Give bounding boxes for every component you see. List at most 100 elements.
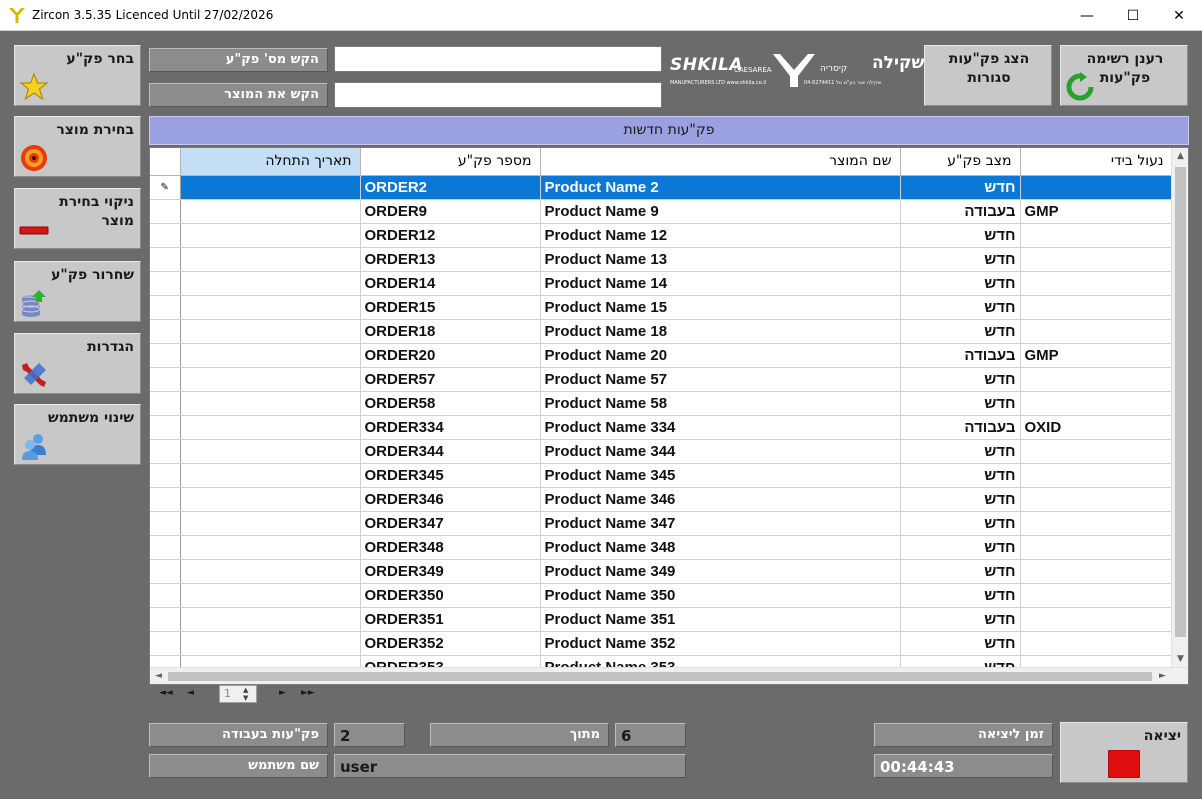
table-row[interactable]: ORDER58 Product Name 58 חדש (150, 391, 1173, 416)
column-header-order-number[interactable]: מספר פק"ע (360, 148, 541, 176)
nav-page-input[interactable]: 1 (219, 685, 257, 703)
column-header-locked-by[interactable]: נעול בידי (1020, 148, 1173, 176)
row-header[interactable] (150, 391, 181, 416)
column-header-product-name[interactable]: שם המוצר (540, 148, 901, 176)
cell-product-name: Product Name 20 (540, 343, 901, 368)
release-order-button[interactable]: שחרור פק"ע (14, 261, 141, 322)
cell-order-number: ORDER350 (360, 583, 541, 608)
table-row[interactable]: ORDER345 Product Name 345 חדש (150, 463, 1173, 488)
table-row[interactable]: ORDER18 Product Name 18 חדש (150, 319, 1173, 344)
cell-product-name: Product Name 57 (540, 367, 901, 392)
row-header[interactable] (150, 511, 181, 536)
table-row[interactable]: ORDER348 Product Name 348 חדש (150, 535, 1173, 560)
cell-product-name: Product Name 346 (540, 487, 901, 512)
table-row[interactable]: ORDER347 Product Name 347 חדש (150, 511, 1173, 536)
row-header[interactable] (150, 199, 181, 224)
nav-last-button[interactable]: ►► (301, 688, 315, 698)
nav-page-spinner-icon[interactable]: ▲ ▼ (243, 686, 248, 702)
order-number-input[interactable] (334, 46, 662, 72)
table-row[interactable]: ORDER351 Product Name 351 חדש (150, 607, 1173, 632)
show-closed-orders-button[interactable]: הצג פק"עות סגורות (924, 45, 1052, 106)
table-row[interactable]: ORDER57 Product Name 57 חדש (150, 367, 1173, 392)
table-row[interactable]: ORDER350 Product Name 350 חדש (150, 583, 1173, 608)
clear-product-button[interactable]: ניקוי בחירת מוצר (14, 188, 141, 249)
scroll-down-icon[interactable]: ▼ (1172, 651, 1188, 668)
table-row[interactable]: ORDER20 Product Name 20 בעבודה GMP (150, 343, 1173, 368)
settings-label: הגדרות (87, 339, 134, 355)
cell-order-status: חדש (900, 247, 1021, 272)
row-header[interactable] (150, 463, 181, 488)
table-row[interactable]: ORDER9 Product Name 9 בעבודה GMP (150, 199, 1173, 224)
row-header[interactable] (150, 535, 181, 560)
settings-button[interactable]: הגדרות (14, 333, 141, 394)
cell-order-status: חדש (900, 319, 1021, 344)
row-header[interactable] (150, 223, 181, 248)
row-header[interactable] (150, 439, 181, 464)
table-row[interactable]: ORDER334 Product Name 334 בעבודה OXID (150, 415, 1173, 440)
cell-start-date (180, 247, 361, 272)
cell-product-name: Product Name 334 (540, 415, 901, 440)
logo-brand-en: SHKILA (670, 55, 743, 75)
table-row[interactable]: ORDER346 Product Name 346 חדש (150, 487, 1173, 512)
table-row[interactable]: ✎ ORDER2 Product Name 2 חדש (150, 175, 1173, 200)
nav-next-button[interactable]: ► (279, 688, 286, 698)
row-header[interactable] (150, 559, 181, 584)
choose-order-button[interactable]: בחר פק"ע (14, 45, 141, 106)
minus-icon (19, 226, 49, 235)
table-row[interactable]: ORDER352 Product Name 352 חדש (150, 631, 1173, 656)
close-button[interactable]: ✕ (1156, 0, 1202, 31)
row-header[interactable] (150, 319, 181, 344)
nav-first-button[interactable]: ◄◄ (159, 688, 173, 698)
table-row[interactable]: ORDER15 Product Name 15 חדש (150, 295, 1173, 320)
row-header[interactable] (150, 271, 181, 296)
column-header-start-date[interactable]: תאריך התחלה (180, 148, 361, 176)
nav-prev-button[interactable]: ◄ (187, 688, 194, 698)
vertical-scroll-thumb[interactable] (1175, 167, 1186, 637)
window-title: Zircon 3.5.35 Licenced Until 27/02/2026 (32, 8, 274, 22)
cell-order-number: ORDER348 (360, 535, 541, 560)
row-header[interactable] (150, 415, 181, 440)
row-header[interactable] (150, 487, 181, 512)
row-header[interactable] (150, 343, 181, 368)
scroll-right-icon[interactable]: ► (1154, 668, 1171, 684)
row-header[interactable]: ✎ (150, 175, 181, 200)
table-row[interactable]: ORDER344 Product Name 344 חדש (150, 439, 1173, 464)
cell-start-date (180, 631, 361, 656)
row-header[interactable] (150, 631, 181, 656)
row-header[interactable] (150, 295, 181, 320)
row-header[interactable] (150, 367, 181, 392)
cell-product-name: Product Name 58 (540, 391, 901, 416)
zircon-logo-icon (9, 8, 25, 23)
row-header[interactable] (150, 247, 181, 272)
cell-order-number: ORDER14 (360, 271, 541, 296)
orders-grid[interactable]: תאריך התחלה מספר פק"ע שם המוצר מצב פק"ע … (149, 147, 1189, 685)
scroll-left-icon[interactable]: ◄ (150, 668, 167, 684)
table-row[interactable]: ORDER14 Product Name 14 חדש (150, 271, 1173, 296)
order-number-label: הקש מס' פק"ע (149, 48, 328, 72)
scroll-up-icon[interactable]: ▲ (1172, 148, 1188, 165)
horizontal-scroll-thumb[interactable] (168, 672, 1152, 681)
product-input[interactable] (334, 82, 662, 108)
cell-order-status: בעבודה (900, 343, 1021, 368)
cell-product-name: Product Name 345 (540, 463, 901, 488)
refresh-orders-button[interactable]: רענן רשימה פק"עות (1060, 45, 1188, 106)
logo-tagline: MANUFACTURERS LTD www.shkila.co.il (670, 80, 767, 86)
column-header-order-status[interactable]: מצב פק"ע (900, 148, 1021, 176)
cell-start-date (180, 439, 361, 464)
vertical-scrollbar[interactable]: ▲ ▼ (1171, 148, 1188, 668)
cell-order-status: חדש (900, 559, 1021, 584)
row-header[interactable] (150, 607, 181, 632)
cell-order-number: ORDER57 (360, 367, 541, 392)
cell-start-date (180, 535, 361, 560)
change-user-button[interactable]: שינוי משתמש (14, 404, 141, 465)
row-header[interactable] (150, 583, 181, 608)
choose-product-button[interactable]: בחירת מוצר (14, 116, 141, 177)
table-row[interactable]: ORDER349 Product Name 349 חדש (150, 559, 1173, 584)
maximize-button[interactable]: ☐ (1110, 0, 1156, 31)
minimize-button[interactable]: — (1064, 0, 1110, 31)
table-row[interactable]: ORDER12 Product Name 12 חדש (150, 223, 1173, 248)
horizontal-scrollbar[interactable]: ◄ ► (150, 667, 1188, 684)
cell-locked-by: GMP (1020, 199, 1173, 224)
exit-button[interactable]: יציאה (1060, 722, 1188, 783)
table-row[interactable]: ORDER13 Product Name 13 חדש (150, 247, 1173, 272)
